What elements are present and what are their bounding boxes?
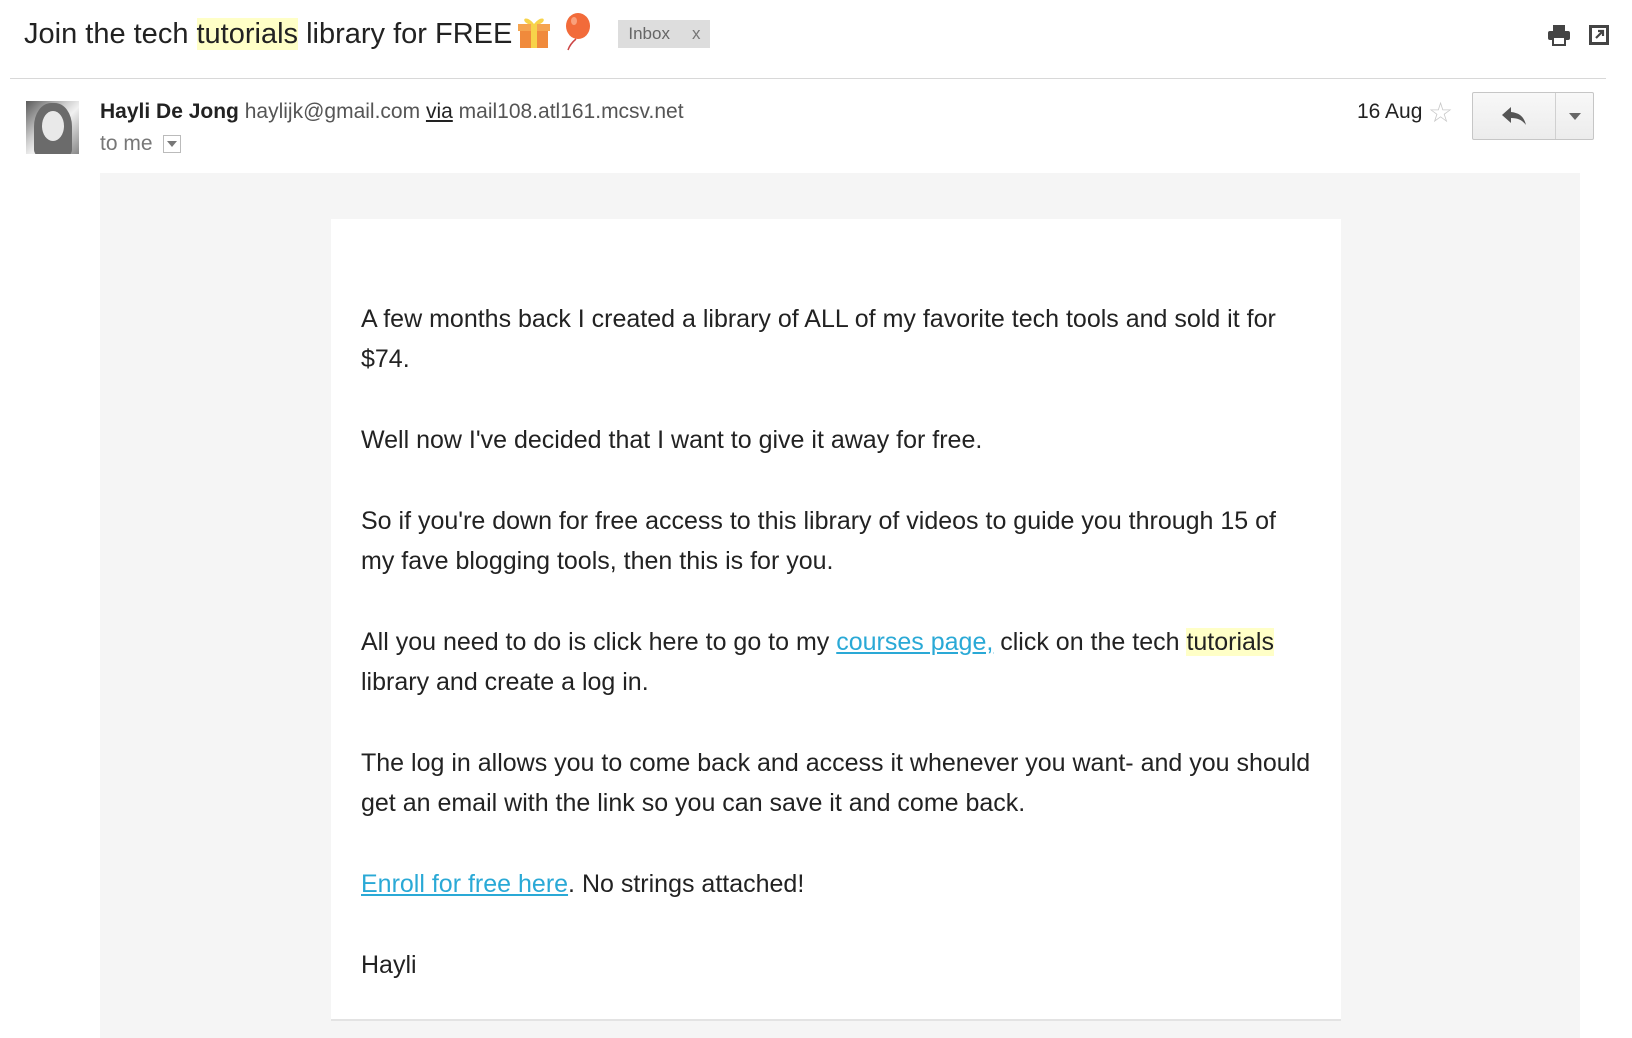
recipient-text: to me: [100, 132, 153, 155]
message-card: A few months back I created a library of…: [331, 219, 1341, 1021]
top-toolbar: [1546, 22, 1612, 48]
recipient-line: to me: [100, 132, 181, 156]
reply-icon: [1502, 107, 1526, 125]
p4-text-mid: click on the tech: [993, 628, 1187, 656]
paragraph-5: The log in allows you to come back and a…: [361, 749, 1311, 817]
courses-page-link[interactable]: courses page,: [836, 628, 993, 656]
p4-highlight: tutorials: [1186, 628, 1274, 656]
paragraph-1: A few months back I created a library of…: [361, 305, 1276, 373]
signature: Hayli: [361, 951, 417, 979]
balloon-icon: [556, 12, 592, 57]
subject-text-end: library for FREE: [298, 17, 513, 50]
message-content: A few months back I created a library of…: [361, 299, 1311, 1026]
subject-text-start: Join the tech: [24, 17, 197, 50]
print-icon[interactable]: [1546, 22, 1572, 48]
header-divider: [10, 78, 1606, 79]
sender-name[interactable]: Hayli De Jong: [100, 100, 239, 123]
p4-text-end: library and create a log in.: [361, 668, 649, 696]
paragraph-2: Well now I've decided that I want to giv…: [361, 426, 983, 454]
paragraph-6: Enroll for free here. No strings attache…: [361, 864, 1311, 904]
subject-highlight: tutorials: [196, 17, 299, 50]
reply-button-group: [1472, 92, 1594, 140]
message-date: 16 Aug: [1357, 100, 1423, 123]
via-link[interactable]: via: [426, 100, 453, 123]
chevron-down-icon: [1568, 112, 1581, 120]
inbox-label: Inbox x: [618, 20, 711, 48]
show-details-button[interactable]: [162, 135, 181, 153]
star-icon[interactable]: ☆: [1428, 96, 1453, 129]
open-in-new-window-icon[interactable]: [1586, 22, 1612, 48]
reply-button[interactable]: [1473, 93, 1556, 139]
subject-row: Join the tech tutorials library for FREE…: [24, 12, 711, 57]
paragraph-3: So if you're down for free access to thi…: [361, 507, 1277, 575]
avatar[interactable]: [26, 101, 79, 154]
sender-line: Hayli De Jong haylijk@gmail.com via mail…: [100, 100, 684, 124]
more-actions-button[interactable]: [1556, 93, 1593, 139]
via-server: mail108.atl161.mcsv.net: [458, 100, 684, 123]
email-subject: Join the tech tutorials library for FREE: [24, 17, 513, 51]
p6-text-end: . No strings attached!: [568, 870, 805, 898]
chevron-down-icon: [166, 141, 177, 147]
p4-text-start: All you need to do is click here to go t…: [361, 628, 837, 656]
paragraph-4: All you need to do is click here to go t…: [361, 622, 1311, 702]
sender-email: haylijk@gmail.com: [244, 100, 421, 123]
enroll-link[interactable]: Enroll for free here: [361, 870, 568, 898]
gift-icon: [516, 14, 552, 55]
inbox-label-text: Inbox: [628, 24, 670, 43]
remove-label-button[interactable]: x: [692, 22, 701, 46]
